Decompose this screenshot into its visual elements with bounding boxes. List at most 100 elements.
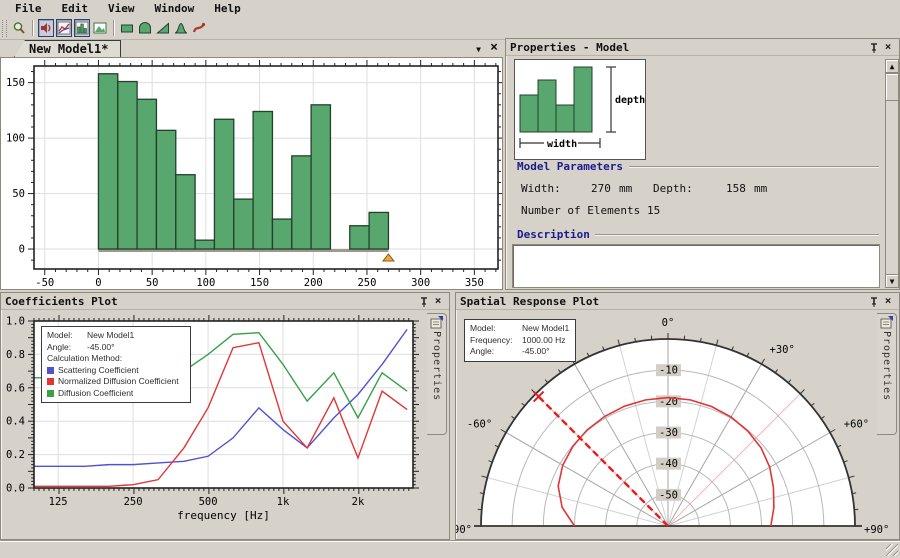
svg-text:300: 300 [411, 277, 430, 289]
depth-label: depth [615, 95, 645, 106]
zoom-tool-button[interactable] [11, 19, 27, 37]
legend-frequency-label: Frequency: [470, 335, 522, 347]
menu-edit[interactable]: Edit [53, 1, 98, 16]
svg-text:+90°: +90° [864, 524, 889, 536]
coefficients-title-bar: Coefficients Plot × [1, 293, 449, 310]
width-unit: mm [619, 182, 632, 195]
panel-close-button[interactable]: × [431, 295, 445, 308]
optimize-tool-button[interactable] [191, 19, 207, 37]
legend-angle-label: Angle: [470, 346, 522, 358]
normalized-diffusion-swatch [47, 378, 54, 385]
tab-menu-button[interactable]: ▼ [476, 42, 481, 55]
menu-window[interactable]: Window [146, 1, 204, 16]
svg-text:0.2: 0.2 [6, 449, 25, 461]
bell-shape-icon [174, 21, 188, 35]
svg-text:1.0: 1.0 [6, 316, 25, 328]
legend-model-value: New Model1 [522, 323, 569, 335]
width-label: width [547, 138, 577, 150]
svg-text:-30: -30 [659, 427, 678, 439]
svg-text:1k: 1k [277, 496, 290, 508]
svg-text:-90°: -90° [456, 524, 472, 536]
properties-form-icon [430, 316, 443, 329]
menu-help[interactable]: Help [205, 1, 250, 16]
svg-text:50: 50 [146, 277, 159, 289]
model-histogram-chart[interactable]: 050100150-50050100150200250300350 [1, 58, 502, 289]
legend-frequency-value: 1000.00 Hz [522, 335, 565, 347]
legend-angle-value: -45.00° [522, 346, 550, 358]
panel-close-button[interactable]: × [881, 41, 895, 54]
panel-title-text: Properties - Model [510, 41, 629, 54]
bell-element-button[interactable] [173, 19, 189, 37]
scrollbar-thumb[interactable] [885, 73, 899, 101]
image-icon [93, 21, 107, 35]
bitmap-view-button[interactable] [92, 19, 108, 37]
svg-text:0: 0 [19, 244, 25, 256]
spatial-response-panel: Spatial Response Plot × -10-20-30-40-50-… [455, 292, 900, 540]
line-chart-icon [57, 21, 71, 35]
series-name: Scattering Coefficient [58, 365, 139, 377]
svg-text:350: 350 [465, 277, 484, 289]
svg-text:-10: -10 [659, 365, 678, 377]
rect-element-button[interactable] [119, 19, 135, 37]
magnifier-icon [12, 21, 26, 35]
series-name: Diffusion Coefficient [58, 388, 133, 400]
show-spatial-plot-button[interactable] [74, 19, 90, 37]
svg-text:0.8: 0.8 [6, 349, 25, 361]
panel-close-button[interactable]: × [881, 295, 895, 308]
depth-value: 158 [726, 182, 746, 195]
panel-title-text: Coefficients Plot [5, 295, 118, 308]
properties-model-title-bar: Properties - Model × [506, 39, 899, 56]
coefficients-properties-side-tab[interactable]: Properties [427, 313, 447, 435]
coefficients-plot-content: 0.00.20.40.60.81.01252505001k2kfrequency… [1, 310, 449, 539]
svg-text:0: 0 [95, 277, 101, 289]
svg-text:0°: 0° [662, 317, 675, 329]
properties-model-panel: Properties - Model × depth width Model P… [505, 38, 900, 290]
spatial-plot-content: -10-20-30-40-50-90°-60°-30°0°+30°+60°+90… [456, 310, 899, 539]
width-value: 270 [591, 182, 611, 195]
svg-text:0.6: 0.6 [6, 382, 25, 394]
menu-file[interactable]: File [6, 1, 51, 16]
panel-title-text: Spatial Response Plot [460, 295, 599, 308]
chevron-down-icon: ▼ [476, 45, 481, 54]
pin-icon [869, 296, 879, 307]
svg-text:150: 150 [6, 77, 25, 89]
rectangle-shape-icon [120, 21, 134, 35]
menu-view[interactable]: View [99, 1, 144, 16]
toolbar [0, 17, 900, 40]
svg-text:0.0: 0.0 [6, 483, 25, 495]
description-textarea[interactable] [512, 244, 880, 288]
model-parameters-section-title: Model Parameters [517, 160, 623, 173]
svg-text:-50: -50 [659, 489, 678, 501]
svg-text:-60°: -60° [467, 419, 492, 431]
resize-grip[interactable] [886, 544, 898, 556]
scroll-up-button[interactable]: ▲ [885, 59, 899, 73]
model-document-window: New Model1* ▼ × 050100150-50050100150200… [0, 39, 503, 290]
svg-text:200: 200 [304, 277, 323, 289]
diffusion-swatch [47, 390, 54, 397]
toolbar-separator [32, 20, 33, 36]
bar-chart-icon [75, 21, 89, 35]
triangle-shape-icon [156, 21, 170, 35]
document-tab[interactable]: New Model1* [14, 40, 121, 57]
pin-button[interactable] [867, 295, 881, 308]
scroll-down-button[interactable]: ▼ [885, 274, 899, 288]
section-divider [629, 166, 879, 167]
show-coefficients-plot-button[interactable] [56, 19, 72, 37]
svg-text:250: 250 [357, 277, 376, 289]
spatial-properties-side-tab[interactable]: Properties [877, 313, 897, 435]
toolbar-drag-handle[interactable] [2, 20, 7, 37]
svg-text:100: 100 [6, 133, 25, 145]
pin-icon [419, 296, 429, 307]
arrow-down-icon: ▼ [890, 277, 895, 286]
series-name: Normalized Diffusion Coefficient [58, 376, 179, 388]
triangle-element-button[interactable] [155, 19, 171, 37]
legend-method-label: Calculation Method: [47, 353, 185, 365]
arrow-up-icon: ▲ [890, 62, 895, 71]
svg-text:500: 500 [199, 496, 218, 508]
pin-button[interactable] [867, 41, 881, 54]
description-section-title: Description [517, 228, 590, 241]
document-close-button[interactable]: × [490, 40, 498, 55]
arch-element-button[interactable] [137, 19, 153, 37]
pin-button[interactable] [417, 295, 431, 308]
show-model-button[interactable] [38, 19, 54, 37]
